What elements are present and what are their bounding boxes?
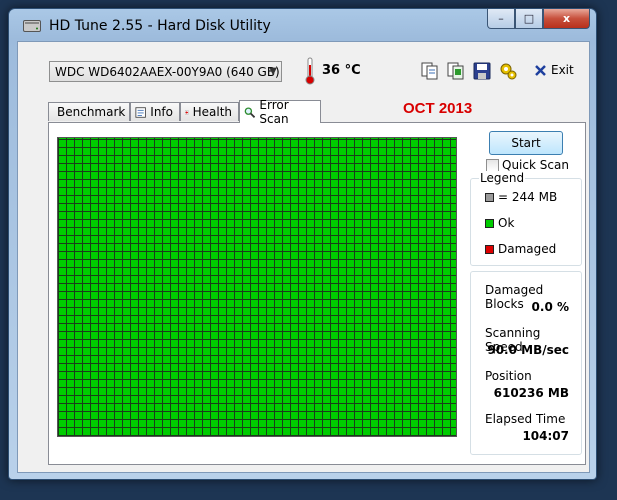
ok-swatch	[485, 218, 494, 228]
legend-box: Legend = 244 MB Ok Damaged	[470, 171, 582, 266]
error-scan-panel: Start Quick Scan Legend = 244 MB Ok Dama…	[48, 122, 586, 465]
tab-health-label: Health	[192, 105, 232, 119]
quick-scan-label: Quick Scan	[502, 158, 569, 172]
toolbar: WDC WD6402AAEX-00Y9A0 (640 GB) ▼ 36 °C E…	[18, 42, 589, 100]
legend-row-block-size: = 244 MB	[485, 190, 557, 204]
maximize-button[interactable]: □	[515, 9, 543, 29]
legend-row-damaged: Damaged	[485, 242, 556, 256]
thermometer-icon	[305, 57, 315, 85]
position-label: Position	[485, 369, 532, 383]
elapsed-time-label: Elapsed Time	[485, 412, 566, 426]
title-bar[interactable]: HD Tune 2.55 - Hard Disk Utility – □ x	[9, 9, 596, 41]
temperature-readout: 36 °C	[322, 63, 361, 78]
quick-scan-checkbox[interactable]	[486, 158, 499, 172]
app-window: HD Tune 2.55 - Hard Disk Utility – □ x W…	[8, 8, 597, 480]
damaged-blocks-value: 0.0 %	[531, 300, 569, 314]
tab-error-scan-label: Error Scan	[259, 98, 289, 126]
position-value: 610236 MB	[493, 386, 569, 400]
elapsed-time-value: 104:07	[522, 429, 569, 443]
options-icon[interactable]	[498, 61, 518, 81]
tab-health[interactable]: Health	[180, 102, 239, 121]
exit-button[interactable]: Exit	[534, 63, 574, 77]
ok-label: Ok	[498, 216, 515, 230]
block-size-label: = 244 MB	[498, 190, 558, 204]
exit-label: Exit	[551, 63, 574, 77]
tab-benchmark[interactable]: Benchmark	[48, 102, 130, 121]
minimize-button[interactable]: –	[487, 9, 515, 29]
tab-info[interactable]: Info	[130, 102, 180, 121]
caption-buttons: – □ x	[487, 9, 590, 29]
drive-select[interactable]: WDC WD6402AAEX-00Y9A0 (640 GB) ▼	[49, 61, 282, 82]
chevron-down-icon: ▼	[269, 66, 277, 77]
date-annotation: OCT 2013	[403, 100, 473, 117]
info-icon	[135, 106, 146, 118]
close-button[interactable]: x	[543, 9, 590, 29]
drive-select-value: WDC WD6402AAEX-00Y9A0 (640 GB)	[55, 64, 280, 79]
legend-row-ok: Ok	[485, 216, 514, 230]
legend-title: Legend	[479, 171, 526, 185]
quick-scan-option[interactable]: Quick Scan	[486, 158, 569, 172]
start-button[interactable]: Start	[489, 131, 563, 155]
block-size-swatch	[485, 192, 494, 202]
scan-statistics: Damaged Blocks 0.0 % Scanning Speed 90.0…	[470, 271, 582, 455]
copy-info-icon[interactable]	[420, 61, 440, 81]
tab-benchmark-label: Benchmark	[57, 105, 126, 119]
tab-info-label: Info	[150, 105, 173, 119]
scanning-speed-value: 90.0 MB/sec	[487, 343, 569, 357]
client-area: WDC WD6402AAEX-00Y9A0 (640 GB) ▼ 36 °C E…	[17, 41, 590, 473]
exit-x-icon	[535, 64, 546, 76]
save-icon[interactable]	[472, 61, 492, 81]
scan-block-grid	[57, 137, 457, 437]
damaged-label: Damaged	[498, 242, 557, 256]
health-icon	[185, 110, 189, 114]
window-title: HD Tune 2.55 - Hard Disk Utility	[49, 18, 271, 34]
tab-error-scan[interactable]: Error Scan	[239, 98, 321, 126]
magnifier-icon	[244, 106, 256, 118]
copy-screenshot-icon[interactable]	[446, 61, 466, 81]
hard-disk-app-icon	[23, 20, 41, 32]
damaged-swatch	[485, 244, 494, 254]
